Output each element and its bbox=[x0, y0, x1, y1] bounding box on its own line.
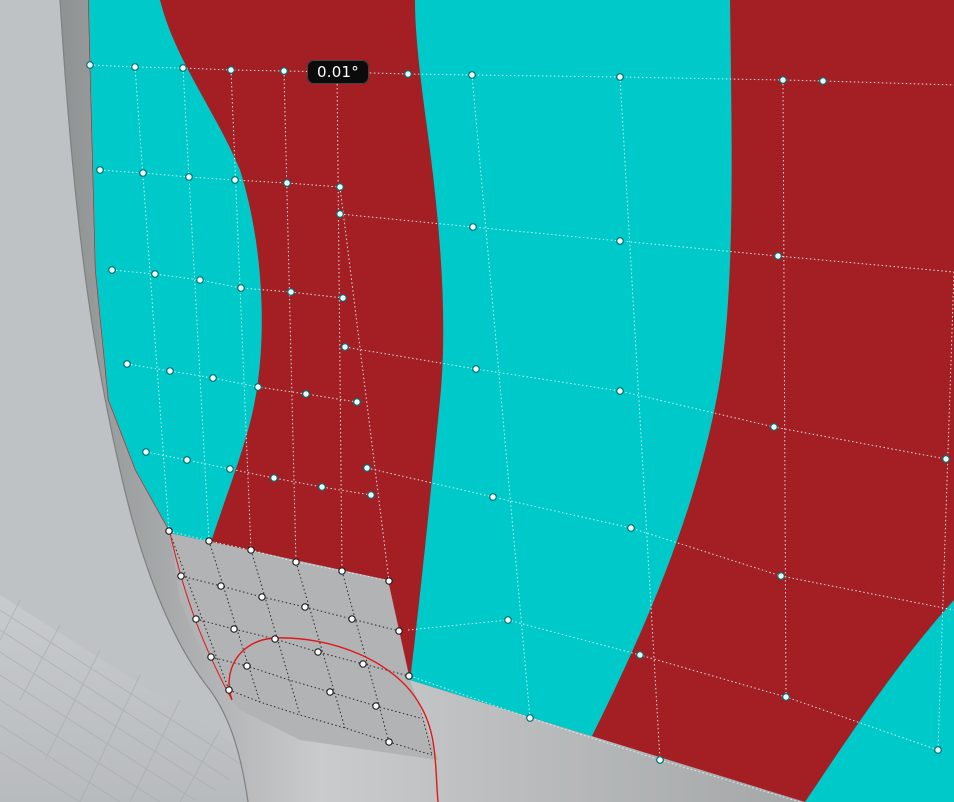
viewport-canvas[interactable] bbox=[0, 0, 954, 802]
angle-readout-badge: 0.01° bbox=[307, 60, 369, 84]
modeling-viewport[interactable]: 0.01° bbox=[0, 0, 954, 802]
